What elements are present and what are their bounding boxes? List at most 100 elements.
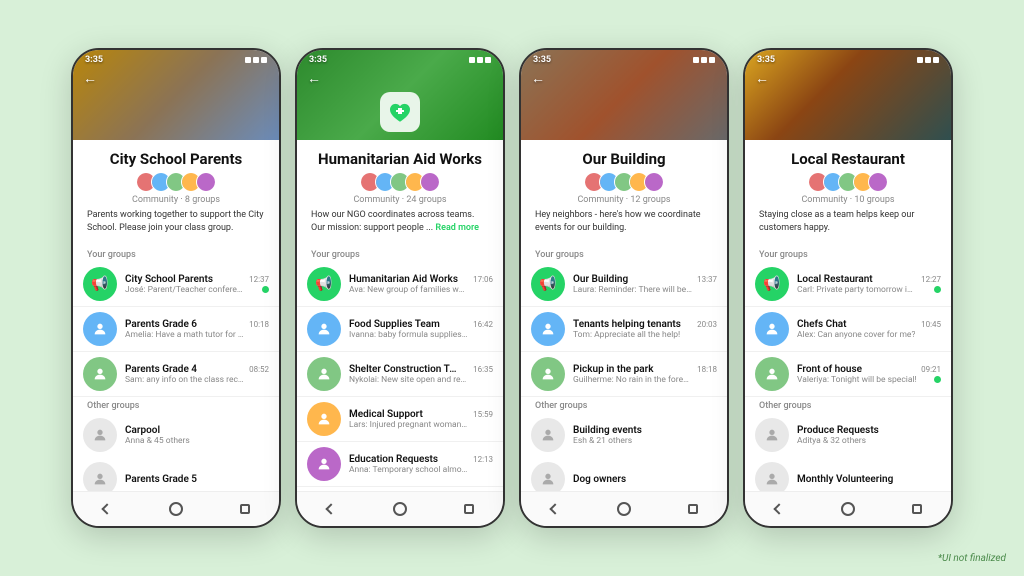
group-time: 16:42: [473, 320, 493, 329]
phone-content: Humanitarian Aid WorksCommunity · 24 gro…: [297, 140, 503, 491]
other-group-item[interactable]: Monthly Volunteering: [745, 457, 951, 491]
group-message: Lars: Injured pregnant woman in need ...: [349, 420, 469, 430]
group-message: Ava: New group of families waiting ...: [349, 285, 469, 295]
group-item[interactable]: 📢Our Building13:37Laura: Reminder: There…: [521, 262, 727, 307]
other-groups-label: Other groups: [73, 397, 279, 413]
phone-content: Our BuildingCommunity · 12 groupsHey nei…: [521, 140, 727, 491]
group-message: Carl: Private party tomorrow in the ...: [797, 285, 917, 295]
community-avatars: [535, 172, 713, 192]
group-item[interactable]: 📢Local Restaurant12:27Carl: Private part…: [745, 262, 951, 307]
group-message: Tom: Appreciate all the help!: [573, 330, 680, 340]
group-time: 15:59: [473, 410, 493, 419]
group-item[interactable]: Food Supplies Team16:42Ivanna: baby form…: [297, 307, 503, 352]
community-info: Humanitarian Aid WorksCommunity · 24 gro…: [297, 140, 503, 246]
your-groups-label: Your groups: [73, 246, 279, 262]
group-info: Food Supplies Team16:42Ivanna: baby form…: [349, 319, 493, 340]
group-info: City School Parents12:37José: Parent/Tea…: [125, 274, 269, 295]
community-avatars: [759, 172, 937, 192]
nav-home-button[interactable]: [167, 500, 185, 518]
group-item[interactable]: Chefs Chat10:45Alex: Can anyone cover fo…: [745, 307, 951, 352]
community-info: City School ParentsCommunity · 8 groupsP…: [73, 140, 279, 246]
other-group-item[interactable]: Dog owners: [521, 457, 727, 491]
other-group-info: Produce RequestsAditya & 32 others: [797, 425, 941, 446]
group-item[interactable]: Pickup in the park18:18Guilherme: No rai…: [521, 352, 727, 397]
phone-header-local-restaurant: 3:35 ←: [745, 50, 951, 140]
other-group-sub: Esh & 21 others: [573, 436, 717, 446]
group-info: Parents Grade 408:52Sam: any info on the…: [125, 364, 269, 385]
nav-recents-button[interactable]: [236, 500, 254, 518]
phones-row: 3:35 ← City School ParentsCommunity · 8 gr…: [51, 28, 973, 548]
phone-nav: [745, 491, 951, 526]
community-description: How our NGO coordinates across teams. Ou…: [311, 209, 489, 234]
status-icons: [469, 57, 491, 63]
nav-recents-button[interactable]: [684, 500, 702, 518]
your-groups-label: Your groups: [297, 246, 503, 262]
scene: 3:35 ← City School ParentsCommunity · 8 gr…: [0, 0, 1024, 576]
nav-recents-button[interactable]: [460, 500, 478, 518]
your-groups-label: Your groups: [521, 246, 727, 262]
group-info: Local Restaurant12:27Carl: Private party…: [797, 274, 941, 295]
other-group-name: Produce Requests: [797, 425, 941, 436]
other-group-item[interactable]: Produce RequestsAditya & 32 others: [745, 413, 951, 457]
back-button[interactable]: ←: [83, 70, 97, 87]
phone-nav: [73, 491, 279, 526]
nav-home-button[interactable]: [839, 500, 857, 518]
status-bar: 3:35: [309, 55, 491, 65]
other-group-item[interactable]: Building eventsEsh & 21 others: [521, 413, 727, 457]
group-name: Front of house: [797, 364, 862, 375]
nav-home-button[interactable]: [391, 500, 409, 518]
group-item[interactable]: Medical Support15:59Lars: Injured pregna…: [297, 397, 503, 442]
group-message: Alex: Can anyone cover for me?: [797, 330, 915, 340]
other-group-item[interactable]: Parents Grade 5: [73, 457, 279, 491]
group-item[interactable]: Front of house09:21Valeriya: Tonight wil…: [745, 352, 951, 397]
nav-home-button[interactable]: [615, 500, 633, 518]
status-time: 3:35: [757, 55, 775, 65]
status-icons: [917, 57, 939, 63]
group-message: José: Parent/Teacher conferences ...: [125, 285, 245, 295]
other-groups-label: Other groups: [521, 397, 727, 413]
community-subtitle: Community · 10 groups: [759, 195, 937, 205]
group-message: Sam: any info on the class recital?: [125, 375, 245, 385]
nav-recents-button[interactable]: [908, 500, 926, 518]
other-group-info: Parents Grade 5: [125, 474, 269, 485]
group-name: Our Building: [573, 274, 628, 285]
group-item[interactable]: Shelter Construction Team16:35Nykolai: N…: [297, 352, 503, 397]
phone-content: Local RestaurantCommunity · 10 groupsSta…: [745, 140, 951, 491]
other-group-item[interactable]: CarpoolAnna & 45 others: [73, 413, 279, 457]
group-item[interactable]: 📢City School Parents12:37José: Parent/Te…: [73, 262, 279, 307]
other-group-sub: Anna & 45 others: [125, 436, 269, 446]
group-info: Education Requests12:13Anna: Temporary s…: [349, 454, 493, 475]
community-title: City School Parents: [87, 150, 265, 168]
read-more-link[interactable]: Read more: [433, 223, 479, 233]
group-item[interactable]: Parents Grade 408:52Sam: any info on the…: [73, 352, 279, 397]
unread-indicator: [934, 286, 941, 293]
group-time: 10:18: [249, 320, 269, 329]
community-info: Local RestaurantCommunity · 10 groupsSta…: [745, 140, 951, 246]
back-button[interactable]: ←: [531, 70, 545, 87]
status-bar: 3:35: [757, 55, 939, 65]
back-button[interactable]: ←: [755, 70, 769, 87]
group-item[interactable]: Parents Grade 610:18Amelia: Have a math …: [73, 307, 279, 352]
group-name: Shelter Construction Team: [349, 364, 459, 375]
status-bar: 3:35: [85, 55, 267, 65]
group-info: Shelter Construction Team16:35Nykolai: N…: [349, 364, 493, 385]
group-item[interactable]: Education Requests12:13Anna: Temporary s…: [297, 442, 503, 487]
other-group-name: Monthly Volunteering: [797, 474, 941, 485]
phone-nav: [297, 491, 503, 526]
phone-header-our-building: 3:35←: [521, 50, 727, 140]
group-info: Tenants helping tenants20:03Tom: Appreci…: [573, 319, 717, 340]
other-group-name: Dog owners: [573, 474, 717, 485]
back-button[interactable]: ←: [307, 70, 321, 87]
nav-back-button[interactable]: [770, 500, 788, 518]
nav-back-button[interactable]: [98, 500, 116, 518]
group-item[interactable]: 📢Humanitarian Aid Works17:06Ava: New gro…: [297, 262, 503, 307]
group-name: Chefs Chat: [797, 319, 847, 330]
group-time: 16:35: [473, 365, 493, 374]
other-groups-label: Other groups: [745, 397, 951, 413]
group-item[interactable]: Tenants helping tenants20:03Tom: Appreci…: [521, 307, 727, 352]
group-message: Guilherme: No rain in the forecast!: [573, 375, 693, 385]
nav-back-button[interactable]: [322, 500, 340, 518]
status-time: 3:35: [85, 55, 103, 65]
group-name: Education Requests: [349, 454, 438, 465]
nav-back-button[interactable]: [546, 500, 564, 518]
